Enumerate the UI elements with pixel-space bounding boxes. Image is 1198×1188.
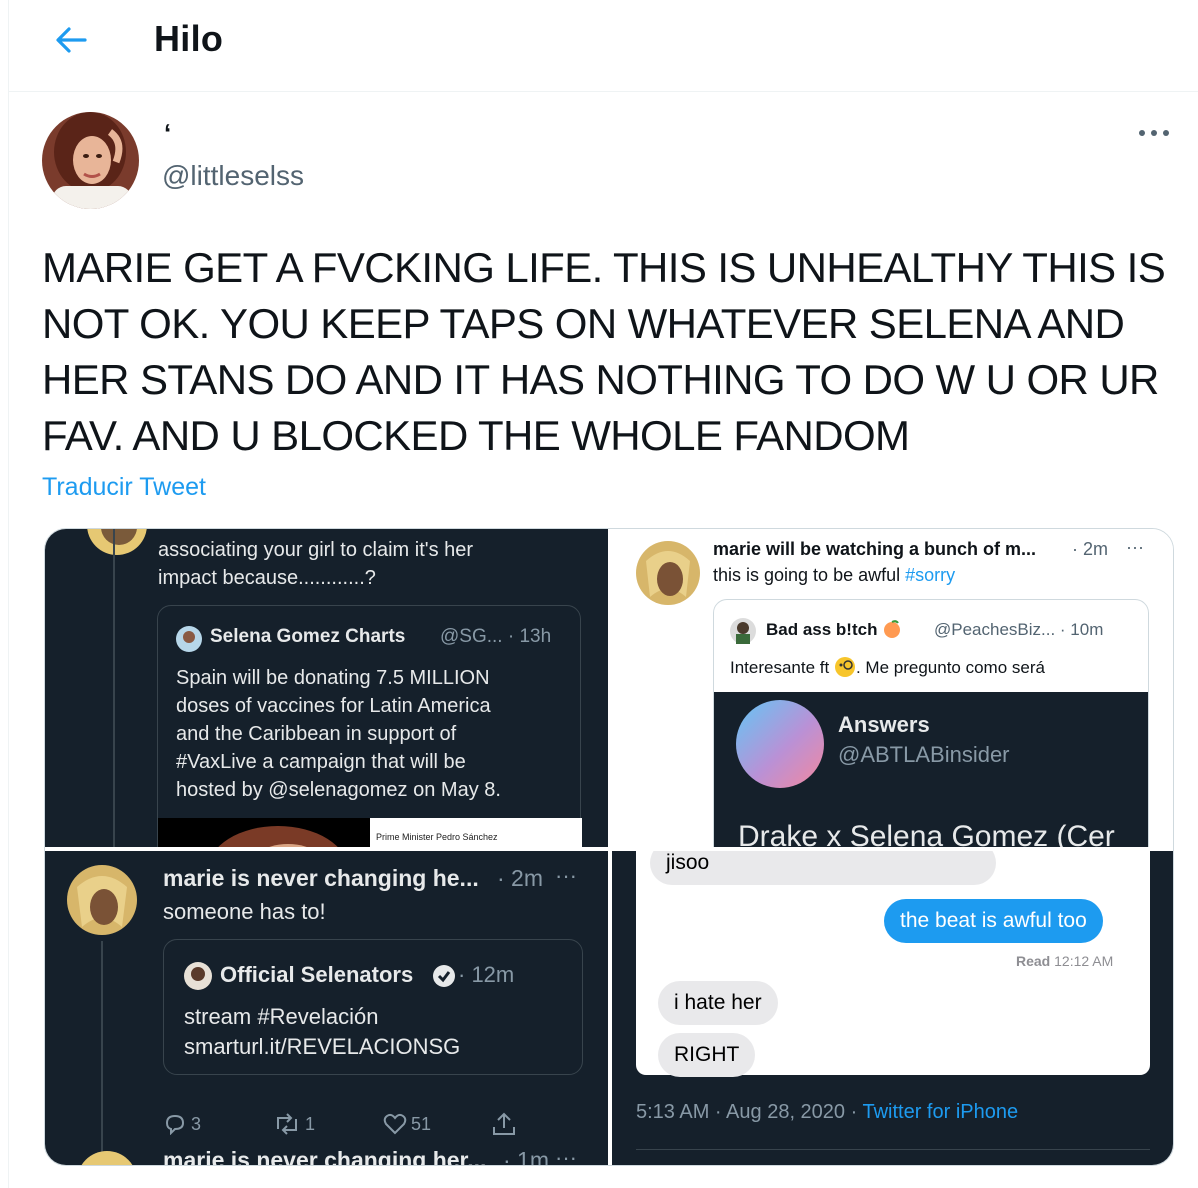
avatar: [87, 529, 147, 555]
user-handle[interactable]: @littleselss: [162, 160, 304, 192]
thread-header: Hilo: [9, 0, 1198, 92]
message-received: RIGHT: [658, 1033, 756, 1077]
retweet-action: 1: [273, 1113, 315, 1135]
retweet-icon: [277, 1113, 297, 1135]
message-screenshot: jisoo the beat is awful too Read 12:12 A…: [636, 851, 1150, 1077]
message-received: jisoo: [650, 851, 996, 885]
avatar: [176, 626, 202, 652]
reply-count: 3: [191, 1113, 202, 1134]
quoted-text: Interesante ft . Me pregunto como será: [730, 657, 1045, 677]
retweet-count: 1: [305, 1113, 316, 1134]
more-options-button[interactable]: [1134, 118, 1174, 148]
tweet-meta: · 2m: [1072, 539, 1108, 559]
arrow-left-icon: [56, 27, 87, 53]
quoted-link: smarturl.it/REVELACIONSG: [184, 1034, 461, 1059]
avatar[interactable]: [42, 112, 139, 209]
tweet-text: MARIE GET A FVCKING LIFE. THIS IS UNHEAL…: [42, 244, 1166, 459]
tweet-text: impact because............?: [158, 567, 376, 589]
tweet-text: associating your girl to claim it's her: [158, 539, 474, 561]
reply-icon: [165, 1114, 185, 1135]
more-dots-icon: ···: [555, 863, 577, 888]
page-title: Hilo: [154, 18, 224, 59]
message-sent: the beat is awful too: [884, 899, 1103, 943]
next-author-name: marie is never changing her...: [163, 1147, 487, 1166]
quoted-tweet: Selena Gomez Charts @SG... · 13h Spain w…: [157, 605, 582, 847]
avatar: [636, 541, 700, 605]
card-text: Drake x Selena Gomez (Cer: [738, 820, 1115, 847]
image-caption: Prime Minister Pedro Sánchez: [376, 832, 498, 842]
like-action: 51: [383, 1113, 431, 1135]
heart-icon: [383, 1113, 407, 1135]
author-name: marie is never changing he...: [163, 865, 479, 891]
more-dots-icon: ···: [555, 1145, 577, 1166]
share-icon: [493, 1112, 515, 1135]
display-name[interactable]: ʻ: [164, 118, 171, 149]
verified-badge-icon: [433, 965, 455, 987]
avatar: [67, 865, 137, 935]
card-title: Answers: [838, 712, 930, 737]
more-dots-icon: [1139, 130, 1169, 136]
avatar: [81, 1151, 133, 1165]
quoted-text: stream #Revelación: [184, 1004, 379, 1029]
media-grid[interactable]: associating your girl to claim it's her …: [44, 528, 1174, 1166]
card-handle: @ABTLABinsider: [838, 742, 1010, 767]
quoted-meta: @PeachesBiz... · 10m: [934, 620, 1104, 639]
link-card: Answers @ABTLABinsider Drake x Selena Go…: [714, 692, 1148, 847]
thread-view: Hilo ʻ @littleselss MARIE GET A FVCKING …: [8, 0, 1198, 1188]
quoted-author-name: Official Selenators: [220, 962, 414, 987]
media-image-2[interactable]: marie will be watching a bunch of m... ·…: [612, 529, 1173, 847]
next-tweet-meta: · 1m: [503, 1147, 549, 1166]
quoted-author-name: Bad ass b!tch: [766, 620, 902, 640]
avatar: [184, 962, 212, 990]
quoted-author-name: Selena Gomez Charts: [210, 626, 406, 647]
tweet-text: someone has to!: [163, 899, 326, 924]
peach-emoji-icon: [884, 620, 901, 638]
quoted-image: [158, 818, 370, 847]
tweet-meta: · 2m: [497, 865, 543, 891]
divider: [636, 1149, 1150, 1150]
quoted-text: Spain will be donating 7.5 MILLION doses…: [176, 667, 501, 801]
read-receipt: Read 12:12 AM: [1016, 953, 1114, 969]
thread-line: [101, 941, 103, 1165]
tweet-text: this is going to be awful #sorry: [713, 565, 956, 585]
message-received: i hate her: [658, 981, 778, 1025]
thread-line: [113, 529, 115, 847]
avatar: [730, 618, 756, 644]
translate-tweet-link[interactable]: Traducir Tweet: [42, 473, 206, 502]
monocle-emoji-icon: [834, 657, 855, 677]
author-name: marie will be watching a bunch of m...: [713, 539, 1037, 559]
quoted-tweet: Official Selenators · 12m stream #Revela…: [163, 939, 583, 1075]
grid-divider: [45, 847, 1173, 851]
more-dots-icon: ···: [1126, 537, 1144, 557]
quoted-tweet: Bad ass b!tch @PeachesBiz... · 10m Inter…: [713, 599, 1149, 847]
reply-action: 3: [163, 1113, 201, 1135]
media-image-1[interactable]: associating your girl to claim it's her …: [45, 529, 608, 847]
quoted-meta: @SG... · 13h: [440, 626, 552, 647]
card-avatar: [736, 700, 824, 788]
back-button[interactable]: [49, 18, 93, 62]
media-image-4[interactable]: jisoo the beat is awful too Read 12:12 A…: [612, 851, 1173, 1165]
tweet-timestamp: 5:13 AM · Aug 28, 2020 · Twitter for iPh…: [636, 1101, 1019, 1123]
quoted-meta: · 12m: [458, 962, 515, 987]
like-count: 51: [411, 1113, 432, 1134]
media-image-3[interactable]: marie is never changing he... · 2m ··· s…: [45, 851, 608, 1166]
